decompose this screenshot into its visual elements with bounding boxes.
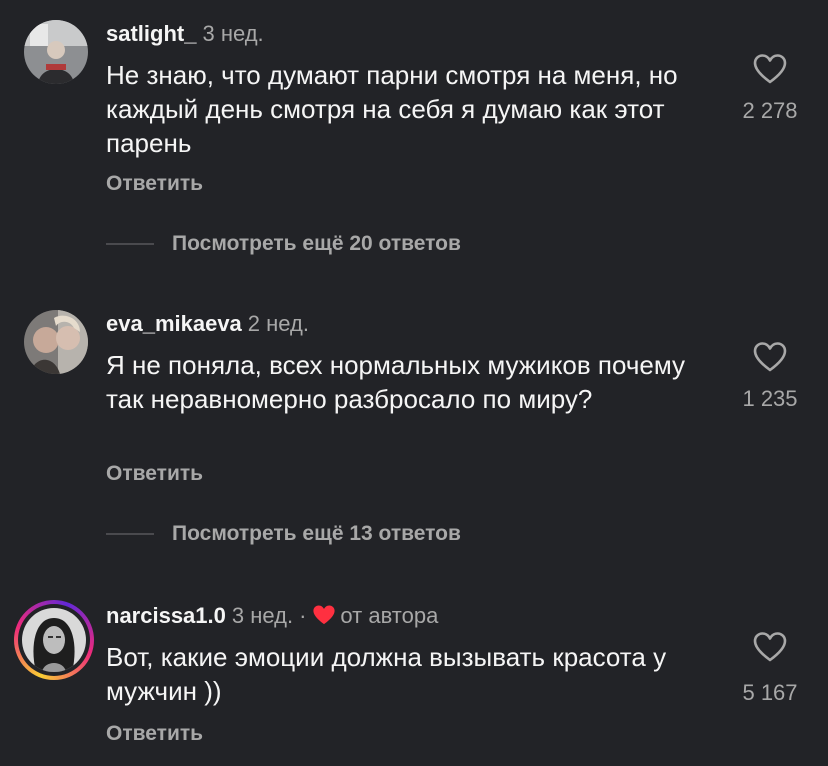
timestamp: 3 нед. (231, 603, 294, 628)
liked-by-author-label: от автора (340, 603, 439, 628)
avatar-satlight[interactable] (24, 20, 88, 84)
like-block: 5 167 (720, 632, 820, 706)
comment-meta: satlight_ 3 нед. (106, 20, 264, 48)
heart-outline-icon[interactable] (720, 342, 820, 372)
username[interactable]: narcissa1.0 (106, 603, 226, 628)
like-count: 2 278 (742, 98, 798, 123)
comment-text: Вот, какие эмоции должна вызывать красот… (106, 642, 667, 706)
separator: · (299, 603, 307, 628)
reply-button[interactable]: Ответить (106, 722, 203, 746)
avatar-narcissa (22, 608, 86, 672)
replies-divider (106, 243, 154, 246)
like-count: 1 235 (742, 386, 798, 411)
comment-text: Не знаю, что думают парни смотря на меня… (106, 60, 678, 158)
comment-text: Я не поняла, всех нормальных мужиков поч… (106, 350, 686, 414)
comment-meta: narcissa1.0 3 нед. · от автора (106, 602, 438, 633)
avatar-eva-mikaeva[interactable] (24, 310, 88, 374)
view-more-replies[interactable]: Посмотреть ещё 13 ответов (106, 522, 461, 546)
heart-outline-icon[interactable] (720, 54, 820, 84)
comment-meta: eva_mikaeva 2 нед. (106, 310, 309, 338)
like-block: 1 235 (720, 342, 820, 412)
view-more-label[interactable]: Посмотреть ещё 13 ответов (172, 522, 461, 545)
heart-filled-icon (312, 604, 336, 633)
view-more-label[interactable]: Посмотреть ещё 20 ответов (172, 232, 461, 255)
timestamp: 3 нед. (202, 21, 264, 46)
reply-button[interactable]: Ответить (106, 172, 203, 196)
reply-button[interactable]: Ответить (106, 462, 203, 486)
username[interactable]: eva_mikaeva (106, 311, 242, 336)
view-more-replies[interactable]: Посмотреть ещё 20 ответов (106, 232, 461, 256)
like-block: 2 278 (720, 54, 820, 124)
replies-divider (106, 533, 154, 536)
username[interactable]: satlight_ (106, 21, 196, 46)
like-count: 5 167 (742, 680, 798, 705)
avatar-story-ring[interactable] (14, 600, 94, 680)
timestamp: 2 нед. (247, 311, 309, 336)
heart-outline-icon[interactable] (720, 632, 820, 662)
